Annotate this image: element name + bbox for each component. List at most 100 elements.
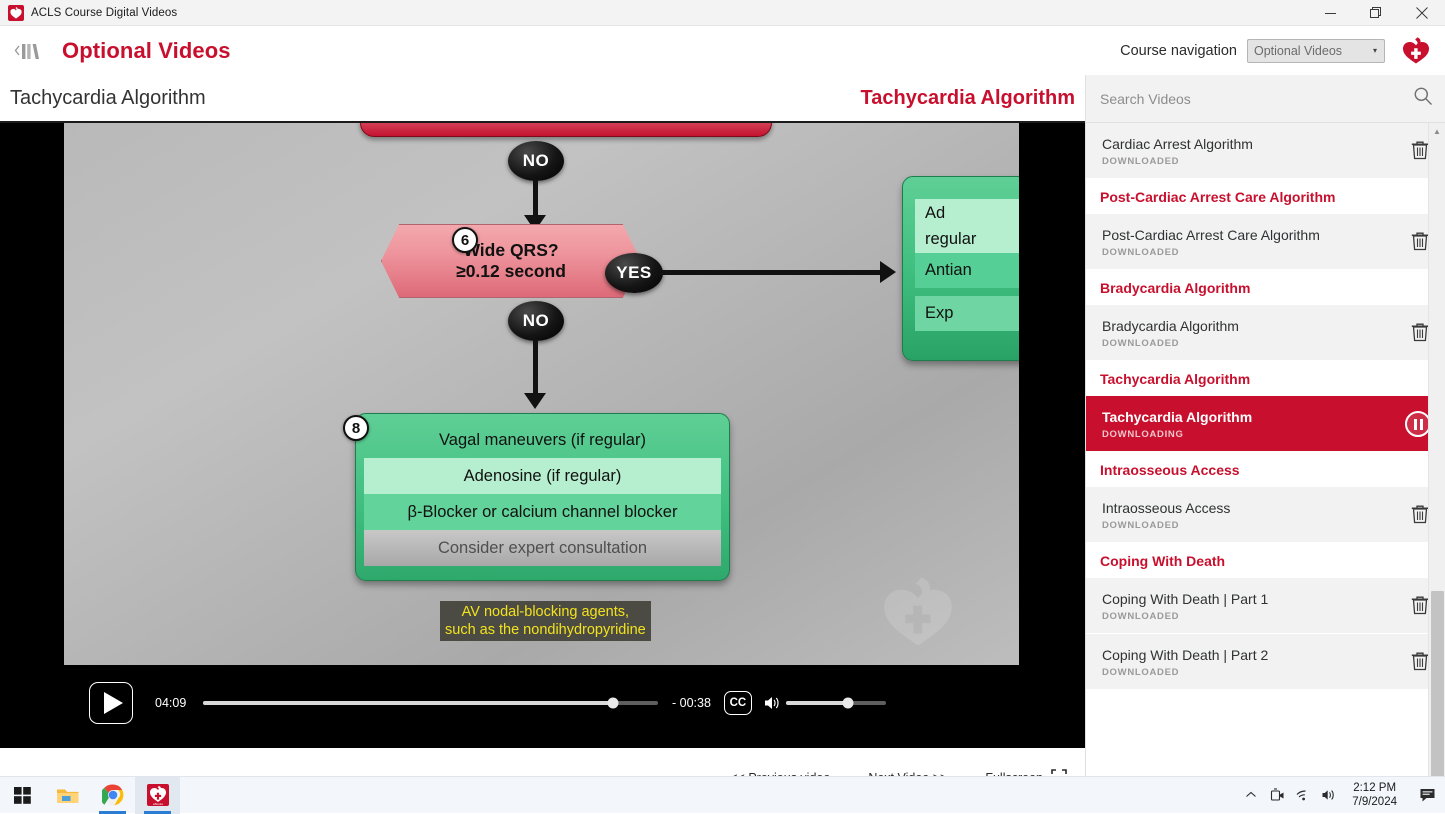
decision-line-2: ≥0.12 second <box>456 261 566 282</box>
flowchart-box-7: Ad regular Antian Exp <box>902 176 1019 361</box>
box8-row-4: Consider expert consultation <box>364 530 721 566</box>
video-item-status: DOWNLOADING <box>1102 429 1252 440</box>
video-item-title: Post-Cardiac Arrest Care Algorithm <box>1102 226 1320 244</box>
volume-level <box>786 701 848 705</box>
arrow-head-box8 <box>524 393 546 409</box>
chevron-down-icon: ▾ <box>1373 46 1377 55</box>
wifi-icon[interactable] <box>1290 777 1316 814</box>
video-item-title: Cardiac Arrest Algorithm <box>1102 135 1253 153</box>
video-item-status: DOWNLOADED <box>1102 247 1320 258</box>
volume-slider[interactable] <box>786 701 886 705</box>
app-icon <box>8 5 24 21</box>
box8-row-1: Vagal maneuvers (if regular) <box>364 422 721 458</box>
seek-bar[interactable] <box>203 701 658 705</box>
video-group-header: Tachycardia Algorithm <box>1086 361 1445 396</box>
closed-caption-button[interactable]: CC <box>724 691 752 715</box>
video-list[interactable]: Cardiac Arrest AlgorithmDOWNLOADEDPost-C… <box>1086 123 1445 813</box>
video-list-item[interactable]: Post-Cardiac Arrest Care Algorithm DOWNLO… <box>1086 214 1445 270</box>
video-item-title: Coping With Death | Part 1 <box>1102 590 1268 608</box>
volume-icon[interactable] <box>1316 777 1342 814</box>
svg-text:eBooks: eBooks <box>152 802 163 806</box>
notifications-icon[interactable] <box>1409 777 1445 814</box>
caption-line-1: AV nodal-blocking agents, <box>462 603 629 621</box>
video-item-title: Bradycardia Algorithm <box>1102 317 1239 335</box>
file-explorer-icon[interactable] <box>45 777 90 814</box>
taskbar-clock[interactable]: 2:12 PM 7/9/2024 <box>1342 781 1409 809</box>
course-navigation-value: Optional Videos <box>1254 44 1342 58</box>
system-tray: 2:12 PM 7/9/2024 <box>1238 777 1445 814</box>
video-item-title: Tachycardia Algorithm <box>1102 408 1252 426</box>
flowchart-box-8: Vagal maneuvers (if regular) Adenosine (… <box>355 413 730 581</box>
video-list-item[interactable]: Intraosseous Access DOWNLOADED <box>1086 487 1445 543</box>
aha-app-icon[interactable]: eBooks <box>135 777 180 814</box>
box8-row-2: Adenosine (if regular) <box>364 458 721 494</box>
scrollbar-thumb[interactable] <box>1431 591 1444 791</box>
remaining-time: - 00:38 <box>672 696 711 710</box>
clock-date: 7/9/2024 <box>1352 795 1397 809</box>
minimize-button[interactable] <box>1307 0 1353 26</box>
video-item-title: Intraosseous Access <box>1102 499 1230 517</box>
video-list-item[interactable]: Bradycardia Algorithm DOWNLOADED <box>1086 305 1445 361</box>
window-controls <box>1307 0 1445 26</box>
seek-handle[interactable] <box>607 697 618 708</box>
closed-caption-overlay: AV nodal-blocking agents, such as the no… <box>440 601 651 641</box>
arrow-no-to-decision <box>533 179 538 217</box>
video-list-item-active[interactable]: Tachycardia Algorithm DOWNLOADING <box>1086 396 1445 452</box>
video-item-status: DOWNLOADED <box>1102 611 1268 622</box>
library-back-icon[interactable] <box>8 34 48 68</box>
video-list-item[interactable]: Coping With Death | Part 1 DOWNLOADED <box>1086 578 1445 634</box>
branch-yes: YES <box>605 253 663 293</box>
branch-no-top: NO <box>508 141 564 181</box>
close-button[interactable] <box>1399 0 1445 26</box>
chrome-icon[interactable] <box>90 777 135 814</box>
branch-no-bottom: NO <box>508 301 564 341</box>
player-pane: Tachycardia Algorithm Tachycardia Algori… <box>0 75 1085 813</box>
box7-row-3: Exp <box>915 296 1019 331</box>
volume-icon[interactable] <box>763 694 781 712</box>
seek-progress <box>203 701 613 705</box>
start-button[interactable] <box>0 777 45 814</box>
course-navigation-select[interactable]: Optional Videos ▾ <box>1247 39 1385 63</box>
main-body: Tachycardia Algorithm Tachycardia Algori… <box>0 75 1445 813</box>
video-list-item[interactable]: Coping With Death | Part 2DOWNLOADED <box>1086 634 1445 690</box>
volume-handle[interactable] <box>842 697 853 708</box>
content-title-right: Tachycardia Algorithm <box>861 87 1076 110</box>
chevron-up-icon[interactable] <box>1238 777 1264 814</box>
video-item-status: DOWNLOADED <box>1102 667 1268 678</box>
flowchart-box-top <box>360 123 772 137</box>
aha-heart-logo <box>1399 34 1433 68</box>
arrow-yes-to-box7 <box>660 270 882 275</box>
arrow-no-to-box8 <box>533 339 538 395</box>
step-number-8: 8 <box>343 415 369 441</box>
video-group-header: Bradycardia Algorithm <box>1086 270 1445 305</box>
scroll-up-button[interactable]: ▲ <box>1429 123 1445 140</box>
video-list-pane: Cardiac Arrest AlgorithmDOWNLOADEDPost-C… <box>1085 75 1445 813</box>
video-item-texts: Bradycardia Algorithm DOWNLOADED <box>1102 317 1239 349</box>
box7-row-2: Antian <box>915 253 1019 288</box>
video-item-status: DOWNLOADED <box>1102 520 1230 531</box>
box7-row-1-line-2: regular <box>925 230 976 248</box>
course-navigation: Course navigation Optional Videos ▾ <box>1120 26 1445 75</box>
maximize-restore-button[interactable] <box>1353 0 1399 26</box>
video-list-item[interactable]: Cardiac Arrest Algorithm DOWNLOADED <box>1086 123 1445 179</box>
video-group-header: Post-Cardiac Arrest Care Algorithm <box>1086 179 1445 214</box>
video-item-texts: Tachycardia Algorithm DOWNLOADING <box>1102 408 1252 440</box>
box8-row-3: β-Blocker or calcium channel blocker <box>364 494 721 530</box>
app-header: Optional Videos Course navigation Option… <box>0 26 1445 75</box>
player-controls: 04:09 - 00:38 CC <box>64 665 1019 740</box>
clock-time: 2:12 PM <box>1353 781 1396 795</box>
device-icon[interactable] <box>1264 777 1290 814</box>
search-icon[interactable] <box>1413 86 1433 111</box>
window-title: ACLS Course Digital Videos <box>31 7 177 19</box>
video-item-texts: Cardiac Arrest Algorithm DOWNLOADED <box>1102 135 1253 167</box>
video-item-status: DOWNLOADED <box>1102 338 1239 349</box>
video-item-texts: Coping With Death | Part 2DOWNLOADED <box>1102 646 1268 678</box>
video-canvas[interactable]: NO 6 Wide QRS? ≥0.12 second YES NO <box>64 123 1019 665</box>
search-input[interactable] <box>1100 91 1413 107</box>
course-navigation-label: Course navigation <box>1120 43 1237 59</box>
play-button[interactable] <box>89 682 133 724</box>
video-list-scrollbar[interactable]: ▲ ▼ <box>1428 123 1445 813</box>
box7-row-1-line-1: Ad <box>925 204 945 222</box>
content-header: Tachycardia Algorithm Tachycardia Algori… <box>0 75 1085 123</box>
video-item-status: DOWNLOADED <box>1102 156 1253 167</box>
